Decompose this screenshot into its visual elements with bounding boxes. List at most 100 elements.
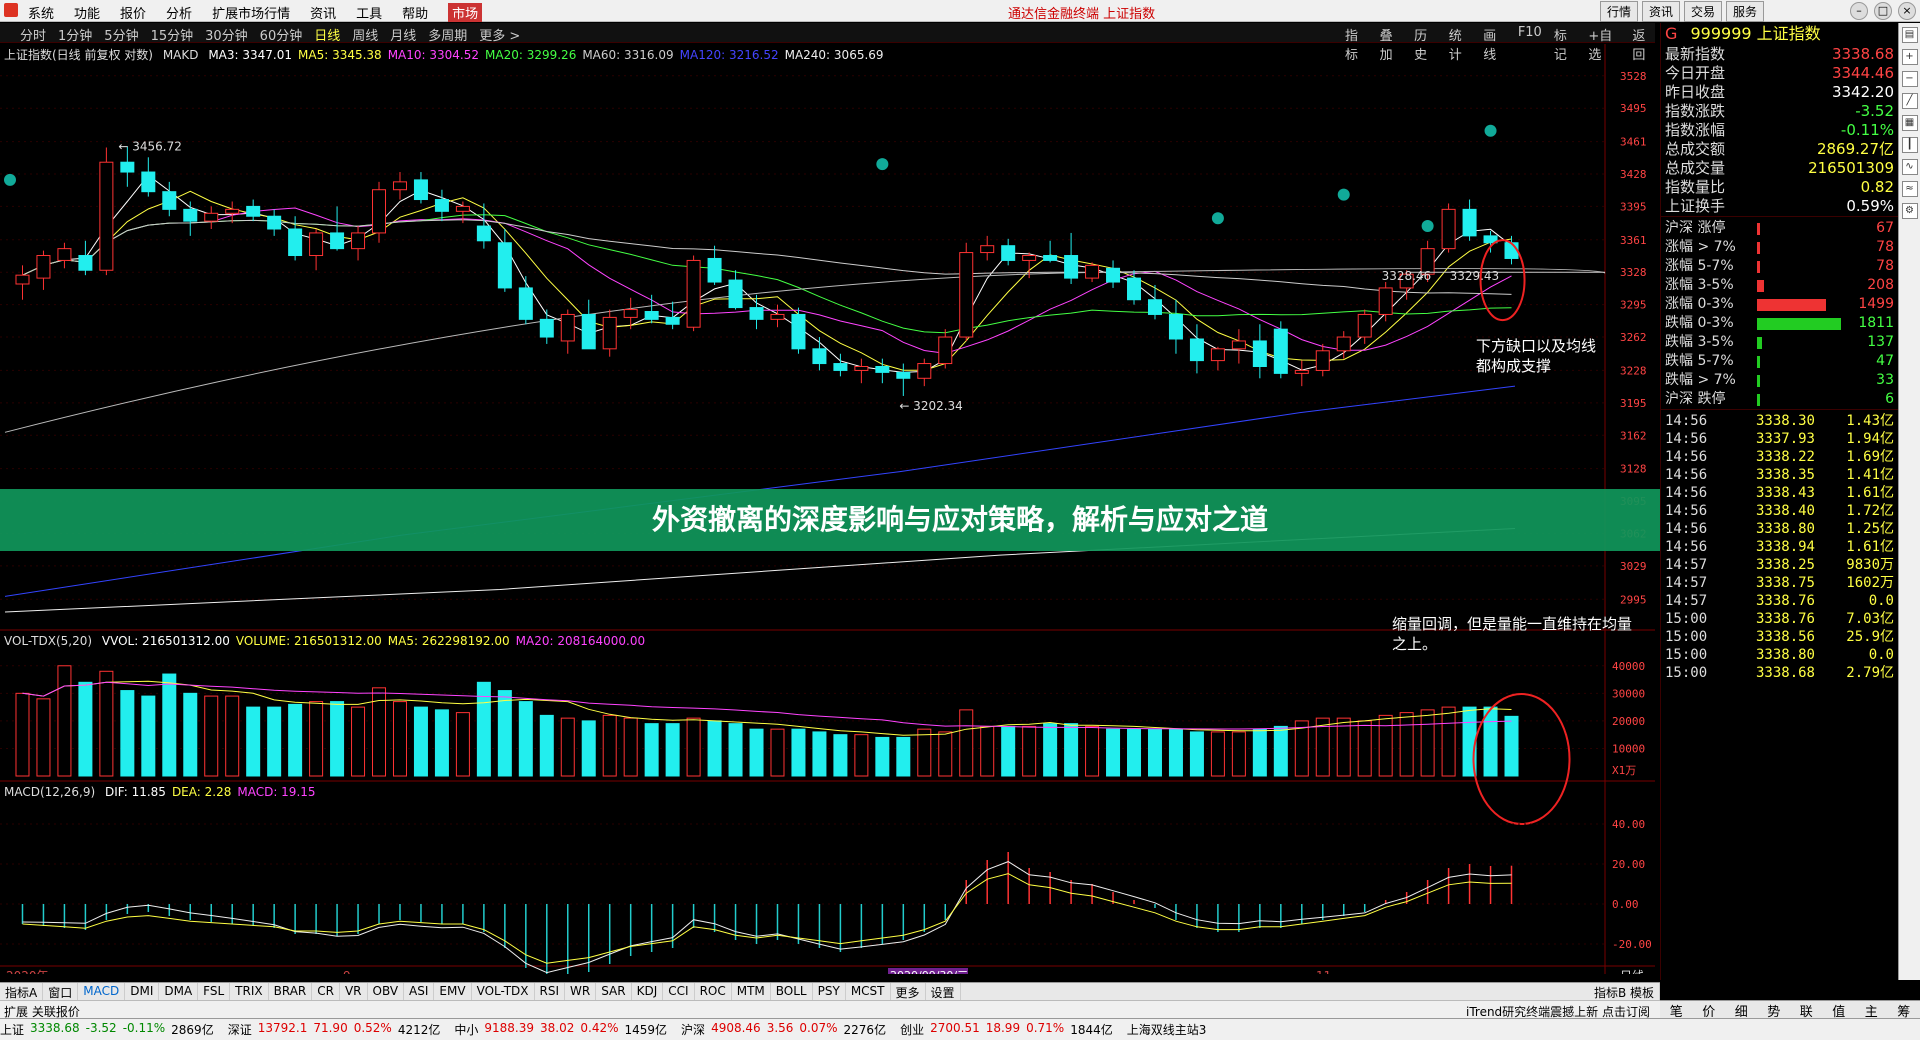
period-tab[interactable]: 30分钟 xyxy=(205,25,248,44)
period-tab[interactable]: 日线 xyxy=(314,25,340,44)
period-tab[interactable]: 15分钟 xyxy=(151,25,194,44)
indicator-tab[interactable]: BOLL xyxy=(771,983,813,1000)
quick-button[interactable]: 交易 xyxy=(1684,1,1723,22)
indicator-icon[interactable]: ∿ xyxy=(1901,159,1918,175)
quote-header: G 999999 上证指数 xyxy=(1661,23,1898,45)
indicator-tab[interactable]: 更多 xyxy=(891,983,926,1000)
tick-row[interactable]: 14:57 3338.25 9830万 xyxy=(1661,556,1898,574)
tick-row[interactable]: 14:57 3338.76 0.0 xyxy=(1661,592,1898,610)
panel-tab[interactable]: 联 xyxy=(1800,1001,1813,1020)
menu-item[interactable]: 市场 xyxy=(448,3,483,22)
indicator-tab[interactable]: CR xyxy=(312,983,340,1000)
tick-row[interactable]: 15:00 3338.56 25.9亿 xyxy=(1661,628,1898,646)
menu-item[interactable]: 资讯 xyxy=(310,3,336,22)
tick-list[interactable]: 14:56 3338.30 1.43亿 14:56 3337.93 1.94亿 14:56 3… xyxy=(1661,409,1898,682)
menu-item[interactable]: 工具 xyxy=(356,3,382,22)
indicator-tab[interactable]: CCI xyxy=(663,983,695,1000)
indicator-tab[interactable]: FSL xyxy=(198,983,231,1000)
tick-row[interactable]: 14:56 3338.22 1.69亿 xyxy=(1661,448,1898,466)
indicator-tab[interactable]: KDJ xyxy=(632,983,664,1000)
candle-body xyxy=(1064,255,1079,279)
tick-row[interactable]: 15:00 3338.80 0.0 xyxy=(1661,646,1898,664)
breadth-bar xyxy=(1757,375,1760,387)
period-tab[interactable]: 周线 xyxy=(352,25,378,44)
period-tab[interactable]: 分时 xyxy=(20,25,46,44)
tick-row[interactable]: 14:56 3338.94 1.61亿 xyxy=(1661,538,1898,556)
quick-button[interactable]: 资讯 xyxy=(1642,1,1681,22)
menu-item[interactable]: 功能 xyxy=(74,3,100,22)
tick-row[interactable]: 14:56 3338.43 1.61亿 xyxy=(1661,484,1898,502)
tick-row[interactable]: 14:56 3338.40 1.72亿 xyxy=(1661,502,1898,520)
indicator-tab[interactable]: ROC xyxy=(695,983,732,1000)
indicator-tab[interactable]: MCST xyxy=(846,983,891,1000)
indicator-tab[interactable]: OBV xyxy=(368,983,405,1000)
quick-button[interactable]: 服务 xyxy=(1726,1,1765,22)
indicator-tab[interactable]: RSI xyxy=(535,983,566,1000)
ticker-item[interactable]: 沪深 4908.46 3.56 0.07% 2276亿 xyxy=(681,1021,886,1038)
menu-item[interactable]: 系统 xyxy=(28,3,54,22)
period-tab[interactable]: 更多 > xyxy=(479,25,520,44)
indicator-tab[interactable]: 设置 xyxy=(926,983,961,1000)
indicator-tab[interactable]: 指标A xyxy=(0,983,44,1000)
panel-tab[interactable]: 价 xyxy=(1702,1001,1715,1020)
indicator-tab[interactable]: SAR xyxy=(596,983,632,1000)
panel-tab[interactable]: 主 xyxy=(1865,1001,1878,1020)
tick-price: 3338.25 xyxy=(1755,557,1815,573)
close-icon[interactable]: × xyxy=(1898,2,1916,20)
maximize-icon[interactable]: □ xyxy=(1874,2,1892,20)
menu-item[interactable]: 分析 xyxy=(166,3,192,22)
tick-row[interactable]: 14:56 3338.30 1.43亿 xyxy=(1661,412,1898,430)
ticker-item[interactable]: 上证 3338.68 -3.52 -0.11% 2869亿 xyxy=(0,1021,214,1038)
minimize-icon[interactable]: – xyxy=(1850,2,1868,20)
settings-icon[interactable]: ⚙ xyxy=(1901,203,1918,219)
menu-item[interactable]: 帮助 xyxy=(402,3,428,22)
indicator-tab[interactable]: VR xyxy=(340,983,368,1000)
quick-button[interactable]: 行情 xyxy=(1600,1,1639,22)
panel-tab[interactable]: 值 xyxy=(1832,1001,1845,1020)
grid-icon[interactable]: ▦ xyxy=(1901,115,1918,131)
period-tab[interactable]: 多周期 xyxy=(428,25,467,44)
tick-row[interactable]: 15:00 3338.76 7.03亿 xyxy=(1661,610,1898,628)
zoom-in-icon[interactable]: + xyxy=(1901,49,1918,65)
ticker-item[interactable]: 深证 13792.1 71.90 0.52% 4212亿 xyxy=(228,1021,441,1038)
indicator-tab[interactable]: ASI xyxy=(404,983,435,1000)
period-tab[interactable]: 1分钟 xyxy=(58,25,92,44)
indicator-tab[interactable]: 窗口 xyxy=(43,983,79,1000)
chart-type-icon[interactable]: ▤ xyxy=(1901,27,1918,43)
menu-item[interactable]: 扩展市场行情 xyxy=(212,3,290,22)
menu-item[interactable]: 报价 xyxy=(120,3,146,22)
indicator-tab[interactable]: DMI xyxy=(125,983,160,1000)
period-tab[interactable]: 月线 xyxy=(390,25,416,44)
indicator-b-tab[interactable]: 指标B 模板 xyxy=(1589,983,1660,1000)
volume-bar xyxy=(1399,712,1414,777)
indicator-tab[interactable]: PSY xyxy=(813,983,846,1000)
zoom-out-icon[interactable]: − xyxy=(1901,71,1918,87)
compare-icon[interactable]: ≈ xyxy=(1901,181,1918,197)
panel-tab[interactable]: 势 xyxy=(1767,1001,1780,1020)
indicator-tab[interactable]: VOL-TDX xyxy=(472,983,535,1000)
indicator-tab[interactable]: MTM xyxy=(732,983,771,1000)
tick-row[interactable]: 14:56 3338.35 1.41亿 xyxy=(1661,466,1898,484)
tick-row[interactable]: 14:56 3337.93 1.94亿 xyxy=(1661,430,1898,448)
tick-row[interactable]: 14:57 3338.75 1602万 xyxy=(1661,574,1898,592)
panel-tab[interactable]: 笔 xyxy=(1670,1001,1683,1020)
candle-body xyxy=(434,199,449,212)
indicator-tab[interactable]: DMA xyxy=(159,983,199,1000)
panel-tab[interactable]: 筹 xyxy=(1897,1001,1910,1020)
period-tab[interactable]: 60分钟 xyxy=(260,25,303,44)
indicator-tab[interactable]: EMV xyxy=(434,983,472,1000)
breadth-row: 涨幅 0-3% 1499 xyxy=(1661,295,1898,314)
ticker-item[interactable]: 创业 2700.51 18.99 0.71% 1844亿 xyxy=(900,1021,1113,1038)
indicator-tab[interactable]: WR xyxy=(565,983,597,1000)
ticker-item[interactable]: 中小 9188.39 38.02 0.42% 1459亿 xyxy=(454,1021,667,1038)
tick-row[interactable]: 15:00 3338.68 2.79亿 xyxy=(1661,664,1898,682)
indicator-tab[interactable]: BRAR xyxy=(269,983,313,1000)
candle-body xyxy=(204,212,219,222)
period-tab[interactable]: 5分钟 xyxy=(104,25,138,44)
indicator-tab[interactable]: TRIX xyxy=(230,983,269,1000)
candle-icon[interactable]: ┃ xyxy=(1901,137,1918,153)
indicator-tab[interactable]: MACD xyxy=(78,983,126,1000)
tick-row[interactable]: 14:56 3338.80 1.25亿 xyxy=(1661,520,1898,538)
panel-tab[interactable]: 细 xyxy=(1735,1001,1748,1020)
line-icon[interactable]: ╱ xyxy=(1901,93,1918,109)
